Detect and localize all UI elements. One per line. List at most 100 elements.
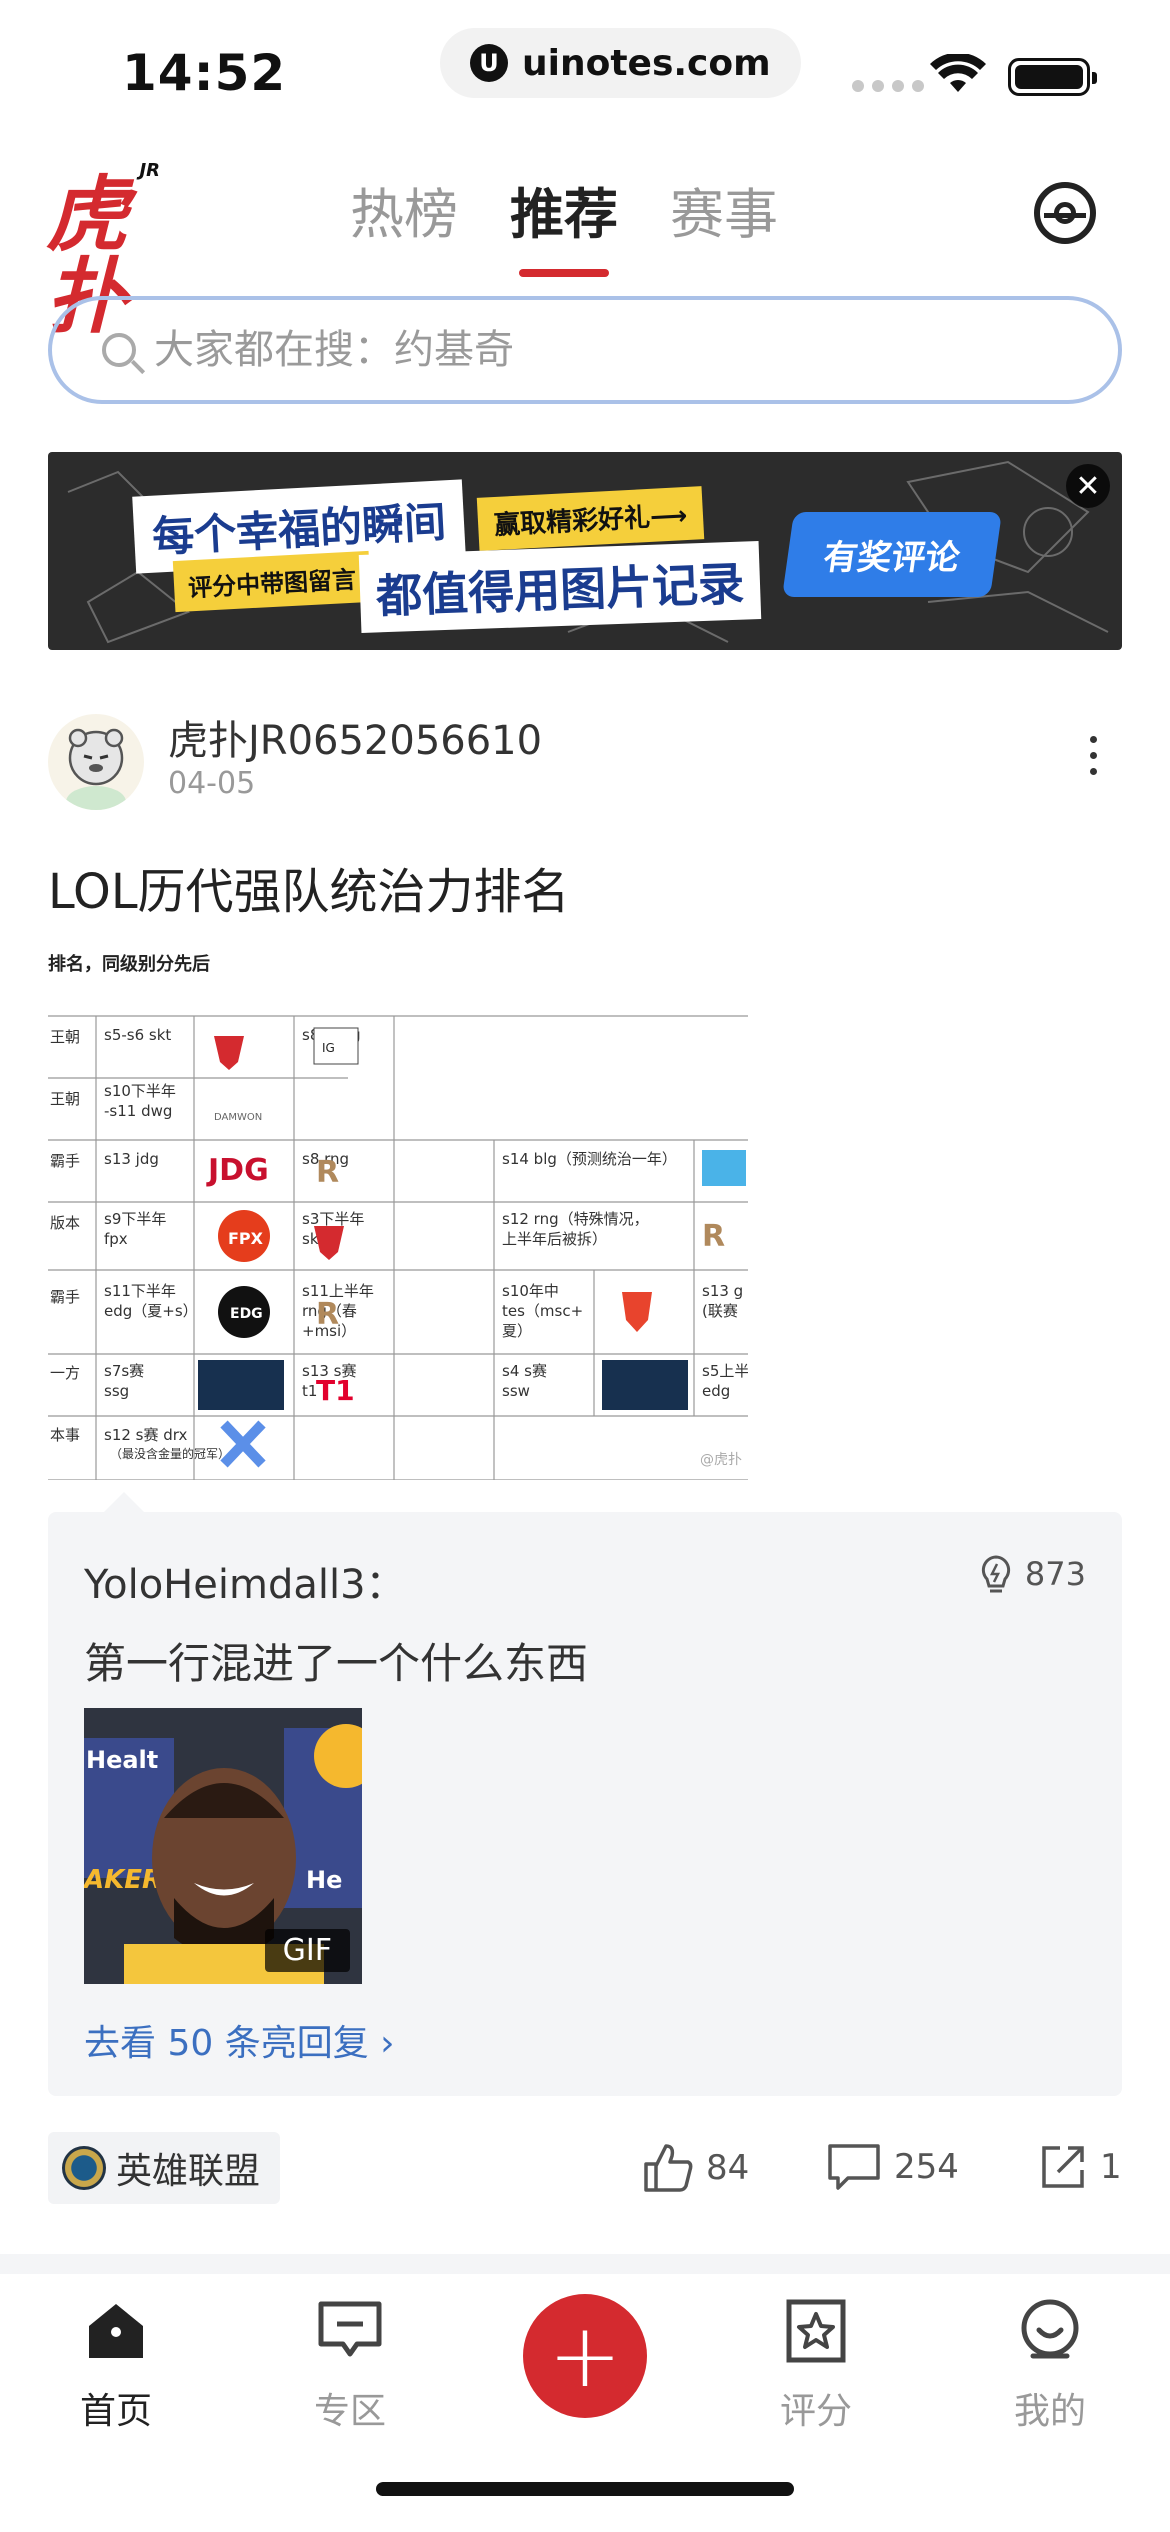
banner-close-icon[interactable]: ✕ bbox=[1066, 464, 1110, 508]
image-header: 排名，同级别分先后 bbox=[48, 953, 210, 975]
svg-text:DAMWON: DAMWON bbox=[214, 1112, 262, 1123]
svg-text:EDG: EDG bbox=[230, 1306, 263, 1322]
status-bar: 14:52 U uinotes.com bbox=[0, 0, 1170, 130]
comment-text: 第一行混进了一个什么东西 bbox=[84, 1639, 589, 1688]
svg-text:@虎扑: @虎扑 bbox=[700, 1452, 742, 1468]
lol-icon bbox=[62, 2146, 106, 2190]
svg-text:Healt: Healt bbox=[86, 1746, 158, 1774]
more-options-icon[interactable] bbox=[1090, 736, 1100, 775]
top-header: 虎扑 JR 热榜 推荐 赛事 bbox=[0, 140, 1170, 345]
banner-tag-review: 评分中带图留言 bbox=[172, 550, 372, 613]
url-pill[interactable]: U uinotes.com bbox=[440, 28, 801, 98]
status-time: 14:52 bbox=[122, 44, 287, 102]
svg-text:s5-s6 skt: s5-s6 skt bbox=[104, 1026, 171, 1044]
nav-rating[interactable]: 评分 bbox=[736, 2296, 896, 2434]
svg-text:霸手: 霸手 bbox=[50, 1152, 80, 1170]
svg-text:版本: 版本 bbox=[50, 1214, 80, 1232]
svg-text:王朝: 王朝 bbox=[50, 1090, 80, 1108]
svg-text:s12 s赛 drx: s12 s赛 drx bbox=[104, 1426, 188, 1444]
share-icon bbox=[1042, 2146, 1084, 2188]
scan-icon[interactable] bbox=[1034, 182, 1096, 244]
post-image[interactable]: 排名，同级别分先后 王朝 王朝 霸手 版本 霸手 一方 本事 s5-s6 skt… bbox=[48, 940, 748, 1480]
svg-text:s3下半年: s3下半年 bbox=[302, 1210, 364, 1228]
svg-text:s10年中: s10年中 bbox=[502, 1282, 559, 1300]
battery-icon bbox=[1008, 58, 1097, 96]
search-input[interactable] bbox=[154, 327, 954, 373]
topic-label: 英雄联盟 bbox=[116, 2151, 261, 2192]
like-count: 84 bbox=[706, 2148, 750, 2188]
search-icon bbox=[102, 333, 136, 367]
svg-text:JDG: JDG bbox=[206, 1153, 269, 1188]
home-icon bbox=[89, 2304, 143, 2358]
svg-text:(联赛: (联赛 bbox=[702, 1302, 738, 1320]
svg-text:fpx: fpx bbox=[104, 1230, 128, 1248]
svg-text:夏）: 夏） bbox=[502, 1322, 532, 1340]
zone-icon bbox=[318, 2301, 382, 2357]
svg-text:ssw: ssw bbox=[502, 1382, 530, 1400]
light-icon bbox=[981, 1555, 1011, 1593]
nav-zone[interactable]: 专区 bbox=[270, 2296, 430, 2434]
post-footer: 英雄联盟 84 254 1 bbox=[48, 2132, 1122, 2204]
home-indicator bbox=[376, 2482, 794, 2496]
svg-text:R: R bbox=[316, 1297, 339, 1332]
like-button[interactable]: 84 bbox=[642, 2142, 749, 2194]
tab-hot[interactable]: 热榜 bbox=[350, 170, 458, 269]
svg-text:s13 g: s13 g bbox=[702, 1282, 743, 1300]
svg-text:He: He bbox=[306, 1866, 342, 1894]
svg-text:一方: 一方 bbox=[50, 1364, 80, 1382]
hot-comment-card[interactable]: YoloHeimdall3： 873 第一行混进了一个什么东西 Healt He… bbox=[48, 1492, 1122, 2096]
nav-home[interactable]: 首页 bbox=[36, 2296, 196, 2434]
profile-icon bbox=[1021, 2299, 1079, 2359]
svg-text:本事: 本事 bbox=[50, 1426, 80, 1444]
post-title[interactable]: LOL历代强队统治力排名 bbox=[48, 852, 570, 922]
gif-tag: GIF bbox=[264, 1929, 350, 1972]
comment-icon bbox=[828, 2144, 880, 2190]
svg-text:R: R bbox=[316, 1155, 339, 1190]
promo-banner[interactable]: 每个幸福的瞬间 赢取精彩好礼⟶ 评分中带图留言 都值得用图片记录 有奖评论 ✕ bbox=[48, 452, 1122, 650]
author-name[interactable]: 虎扑JR0652056610 bbox=[168, 708, 542, 766]
tab-recommend[interactable]: 推荐 bbox=[510, 170, 618, 269]
svg-text:tes（msc+: tes（msc+ bbox=[502, 1302, 583, 1320]
svg-text:s13 jdg: s13 jdg bbox=[104, 1150, 159, 1168]
svg-text:s12 rng（特殊情况，: s12 rng（特殊情况， bbox=[502, 1210, 649, 1228]
thumbs-up-icon bbox=[644, 2144, 693, 2192]
svg-text:FPX: FPX bbox=[228, 1229, 264, 1248]
svg-text:edg（夏+s）: edg（夏+s） bbox=[104, 1302, 198, 1320]
svg-text:霸手: 霸手 bbox=[50, 1288, 80, 1306]
svg-text:s4 s赛: s4 s赛 bbox=[502, 1362, 547, 1380]
feed-separator bbox=[0, 2254, 1170, 2274]
svg-text:王朝: 王朝 bbox=[50, 1028, 80, 1046]
comment-gif[interactable]: Healt He AKERS GIF bbox=[84, 1708, 362, 1984]
svg-text:R: R bbox=[702, 1219, 725, 1254]
banner-cta[interactable]: 有奖评论 bbox=[782, 512, 1002, 597]
topic-chip[interactable]: 英雄联盟 bbox=[48, 2132, 281, 2204]
create-post-button[interactable]: + bbox=[523, 2294, 647, 2418]
comment-light-count: 873 bbox=[1024, 1555, 1086, 1593]
hupu-logo: 虎扑 JR bbox=[46, 160, 160, 345]
post-date: 04-05 bbox=[168, 766, 256, 801]
svg-text:IG: IG bbox=[322, 1041, 335, 1055]
comment-count: 254 bbox=[894, 2147, 959, 2187]
comment-light-button[interactable]: 873 bbox=[979, 1554, 1086, 1594]
comment-user[interactable]: YoloHeimdall3： bbox=[84, 1552, 406, 1610]
svg-text:edg: edg bbox=[702, 1382, 730, 1400]
svg-text:（最没含金量的冠军）: （最没含金量的冠军） bbox=[110, 1446, 230, 1461]
svg-text:s11下半年: s11下半年 bbox=[104, 1282, 176, 1300]
svg-text:s14 blg（预测统治一年）: s14 blg（预测统治一年） bbox=[502, 1150, 677, 1168]
site-icon: U bbox=[470, 44, 508, 82]
more-replies-link[interactable]: 去看 50 条亮回复 › bbox=[84, 2014, 395, 2066]
avatar[interactable] bbox=[48, 714, 144, 810]
svg-text:s9下半年: s9下半年 bbox=[104, 1210, 166, 1228]
comment-button[interactable]: 254 bbox=[826, 2142, 959, 2192]
svg-text:s10下半年: s10下半年 bbox=[104, 1082, 176, 1100]
share-count: 1 bbox=[1100, 2147, 1122, 2187]
search-bar[interactable] bbox=[48, 296, 1122, 404]
signal-icon bbox=[852, 80, 924, 92]
top-tabs: 热榜 推荐 赛事 bbox=[350, 170, 778, 269]
share-button[interactable]: 1 bbox=[1038, 2142, 1122, 2192]
svg-text:-s11 dwg: -s11 dwg bbox=[104, 1102, 172, 1120]
tab-matches[interactable]: 赛事 bbox=[670, 170, 778, 269]
wifi-icon bbox=[930, 54, 986, 92]
svg-text:s7s赛: s7s赛 bbox=[104, 1362, 144, 1380]
nav-mine[interactable]: 我的 bbox=[970, 2296, 1130, 2434]
